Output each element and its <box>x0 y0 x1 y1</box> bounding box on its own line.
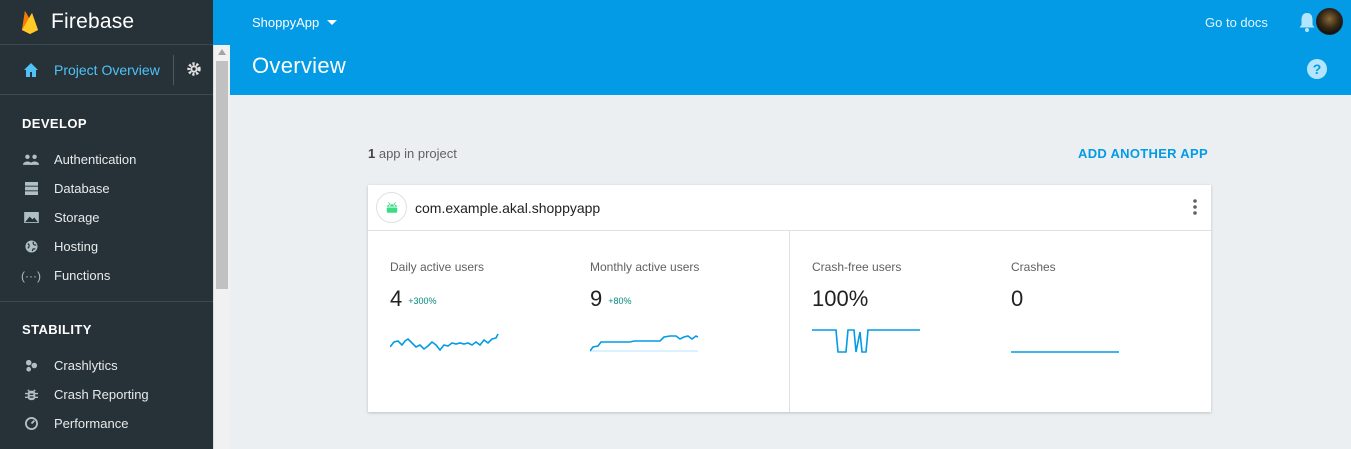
firebase-logo-icon <box>22 11 38 34</box>
sidebar-item-crash-reporting[interactable]: Crash Reporting <box>0 380 213 409</box>
speedometer-icon <box>22 416 40 432</box>
metric-delta: +80% <box>608 296 632 306</box>
sparkline-crashes <box>1011 351 1119 353</box>
project-overview-link[interactable]: Project Overview <box>54 62 160 78</box>
sidebar-item-hosting[interactable]: Hosting <box>0 232 213 261</box>
sidebar-item-authentication[interactable]: Authentication <box>0 145 213 174</box>
page-title: Overview <box>252 53 347 78</box>
sidebar-item-label: Database <box>54 181 110 196</box>
scroll-up-arrow-icon[interactable] <box>218 49 226 55</box>
metric-daily-active-users[interactable]: Daily active users 4 +300% <box>390 260 499 352</box>
metric-value: 9 <box>590 286 603 311</box>
metric-value: 4 <box>390 286 403 311</box>
develop-nav: Authentication Database Storage Hosting … <box>0 145 213 290</box>
help-icon[interactable]: ? <box>1307 59 1327 79</box>
crashlytics-icon <box>22 358 40 374</box>
android-app-icon <box>376 192 407 223</box>
header-strip <box>213 0 230 45</box>
metric-crashes[interactable]: Crashes 0 <box>1011 260 1119 353</box>
section-title-stability: STABILITY <box>22 322 92 337</box>
database-icon <box>22 181 40 197</box>
app-count-suffix: app in project <box>375 146 457 161</box>
add-another-app-button[interactable]: ADD ANOTHER APP <box>1078 146 1208 161</box>
sidebar-item-performance[interactable]: Performance <box>0 409 213 438</box>
sparkline-crash-free-users <box>812 329 920 353</box>
app-card-header: com.example.akal.shoppyapp <box>368 185 1211 231</box>
gear-icon[interactable] <box>186 61 202 77</box>
sidebar-item-label: Functions <box>54 268 111 283</box>
firebase-brand[interactable]: Firebase <box>0 0 213 45</box>
brand-name: Firebase <box>51 10 135 33</box>
metric-value: 100% <box>812 286 869 311</box>
functions-icon: (···) <box>21 268 41 283</box>
sidebar-item-label: Crash Reporting <box>54 387 149 402</box>
metric-value: 0 <box>1011 286 1024 311</box>
sidebar: Firebase Project Overview DEVELOP Authen… <box>0 0 213 449</box>
metric-label: Monthly active users <box>590 260 700 274</box>
project-overview-row: Project Overview <box>0 45 213 95</box>
divider <box>789 231 790 412</box>
bell-icon[interactable] <box>1298 12 1316 32</box>
app-card-body: Daily active users 4 +300% Monthly active… <box>368 231 1211 412</box>
more-vert-icon[interactable] <box>1193 199 1197 215</box>
bug-icon <box>22 387 40 403</box>
avatar[interactable] <box>1316 8 1343 35</box>
android-icon <box>386 202 397 213</box>
project-name: ShoppyApp <box>252 15 320 30</box>
sidebar-item-crashlytics[interactable]: Crashlytics <box>0 351 213 380</box>
sidebar-item-functions[interactable]: (···) Functions <box>0 261 213 290</box>
metric-label: Daily active users <box>390 260 485 274</box>
header: ShoppyApp Go to docs Overview ? <box>230 0 1351 95</box>
sparkline-monthly-active-users <box>590 335 699 352</box>
sidebar-item-label: Performance <box>54 416 129 431</box>
section-title-develop: DEVELOP <box>22 116 87 131</box>
go-to-docs-link[interactable]: Go to docs <box>1205 15 1268 30</box>
app-count: 1 app in project <box>368 146 457 161</box>
caret-down-icon <box>327 20 338 25</box>
sidebar-item-database[interactable]: Database <box>0 174 213 203</box>
globe-icon <box>22 239 40 255</box>
divider <box>0 301 213 302</box>
stability-nav: Crashlytics Crash Reporting Performance <box>0 351 213 438</box>
app-package-name: com.example.akal.shoppyapp <box>415 199 601 216</box>
metric-label: Crashes <box>1011 260 1056 274</box>
sidebar-item-label: Hosting <box>54 239 99 254</box>
project-selector[interactable]: ShoppyApp <box>252 15 338 30</box>
sidebar-item-label: Storage <box>54 210 100 225</box>
sidebar-item-storage[interactable]: Storage <box>0 203 213 232</box>
divider <box>173 55 174 85</box>
metric-label: Crash-free users <box>812 260 902 274</box>
sparkline-daily-active-users <box>390 333 499 352</box>
sidebar-item-label: Authentication <box>54 152 137 167</box>
metric-monthly-active-users[interactable]: Monthly active users 9 +80% <box>590 260 700 352</box>
app-card: com.example.akal.shoppyapp Daily active … <box>368 185 1211 412</box>
sidebar-scrollbar[interactable] <box>213 45 230 449</box>
home-icon <box>24 62 38 77</box>
metric-delta: +300% <box>408 296 437 306</box>
people-icon <box>22 152 40 168</box>
sidebar-item-label: Crashlytics <box>54 358 118 373</box>
scrollbar-thumb[interactable] <box>216 61 228 289</box>
metric-crash-free-users[interactable]: Crash-free users 100% <box>812 260 920 353</box>
image-icon <box>22 210 40 226</box>
